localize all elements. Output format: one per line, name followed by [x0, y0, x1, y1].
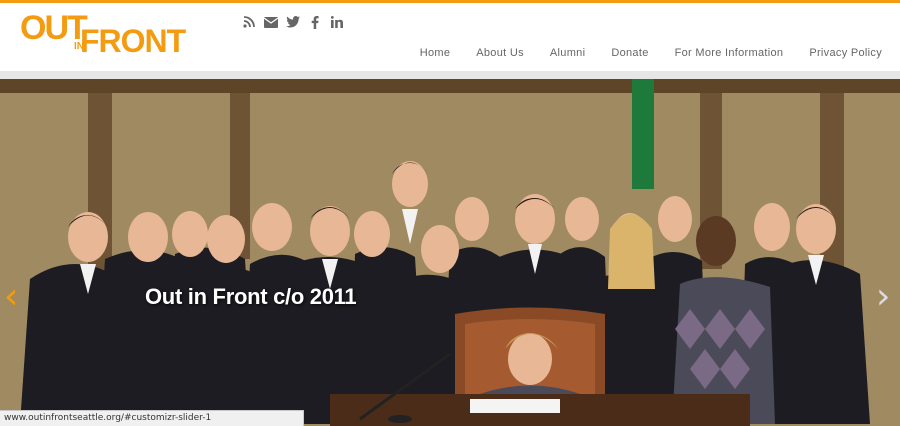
- social-links: [242, 15, 344, 29]
- rss-icon[interactable]: [242, 15, 256, 29]
- email-icon[interactable]: [264, 15, 278, 29]
- site-logo[interactable]: OUT IN FRONT: [20, 11, 190, 57]
- nav-home[interactable]: Home: [407, 47, 464, 59]
- nav-donate[interactable]: Donate: [598, 47, 661, 59]
- group-photo: [0, 79, 900, 426]
- nav-about-us[interactable]: About Us: [463, 47, 537, 59]
- facebook-icon[interactable]: [308, 15, 322, 29]
- linkedin-icon[interactable]: [330, 15, 344, 29]
- header-divider: [0, 71, 900, 79]
- slider-next-arrow[interactable]: ›: [876, 279, 890, 315]
- browser-status-bar: www.outinfrontseattle.org/#customizr-sli…: [0, 410, 304, 426]
- slider-prev-arrow[interactable]: ‹: [4, 279, 18, 315]
- hero-slider[interactable]: Out in Front c/o 2011 ‹ ›: [0, 79, 900, 426]
- logo-out-text: OUT: [20, 9, 88, 47]
- site-header: OUT IN FRONT Home About Us Alumni Donate…: [0, 3, 900, 71]
- nav-privacy-policy[interactable]: Privacy Policy: [796, 47, 882, 59]
- nav-for-more-information[interactable]: For More Information: [662, 47, 797, 59]
- twitter-icon[interactable]: [286, 15, 300, 29]
- nav-alumni[interactable]: Alumni: [537, 47, 598, 59]
- main-nav: Home About Us Alumni Donate For More Inf…: [407, 47, 882, 59]
- slide-caption: Out in Front c/o 2011: [145, 284, 357, 309]
- logo-front-text: FRONT: [80, 23, 186, 59]
